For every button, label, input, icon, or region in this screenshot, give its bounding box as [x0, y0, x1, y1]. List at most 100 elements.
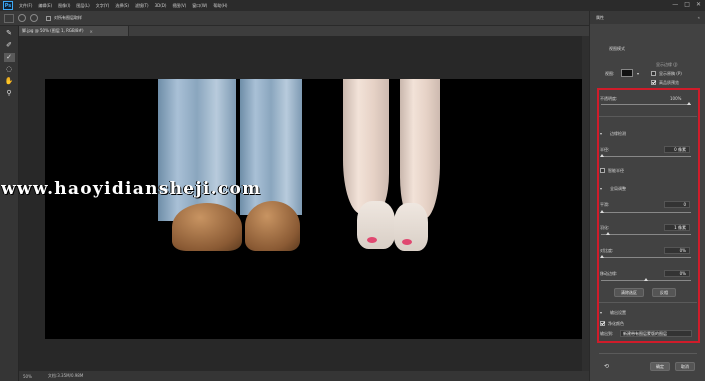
- tool-preset-icon[interactable]: [4, 13, 14, 23]
- reset-icon[interactable]: ⟲: [604, 363, 609, 370]
- output-to-label: 输出到:: [600, 331, 614, 336]
- pink-toe-right: [402, 239, 412, 245]
- document-canvas[interactable]: [45, 79, 582, 339]
- close-window-button[interactable]: ✕: [696, 1, 701, 8]
- chevron-down-icon[interactable]: ▾: [600, 186, 602, 191]
- document-tab[interactable]: 脚.jpg @ 50% (图层 1, RGB/8#) ×: [19, 26, 129, 36]
- feather-label: 羽化:: [600, 225, 610, 230]
- opacity-slider[interactable]: [601, 104, 691, 105]
- view-label: 视图:: [605, 71, 615, 76]
- menu-help[interactable]: 帮助(H): [213, 3, 227, 9]
- shift-edge-value[interactable]: 0%: [664, 270, 690, 277]
- vertical-scrollbar[interactable]: [582, 36, 589, 371]
- menu-file[interactable]: 文件(F): [19, 3, 32, 9]
- contrast-label: 对比度:: [600, 248, 614, 253]
- lasso-icon[interactable]: ◌: [4, 65, 15, 74]
- window-controls: — □ ✕: [672, 1, 701, 8]
- brush-erase-icon[interactable]: ✓: [3, 53, 15, 62]
- radius-value[interactable]: 0 像素: [664, 146, 690, 153]
- document-info[interactable]: 文档:3.35M/0.98M: [48, 373, 83, 379]
- smooth-value[interactable]: 0: [664, 201, 690, 208]
- highlight-box: [597, 88, 700, 343]
- menu-window[interactable]: 窗口(W): [192, 3, 207, 9]
- shift-edge-slider-handle[interactable]: [644, 278, 648, 281]
- photoshop-logo: Ps: [3, 1, 13, 10]
- collapse-panel-icon[interactable]: «: [698, 15, 700, 20]
- chevron-down-icon[interactable]: ▾: [600, 131, 602, 136]
- ok-button[interactable]: 确定: [650, 362, 670, 371]
- tools-panel: ✎ ✐ ✓ ◌ ✋ ⚲: [0, 26, 19, 381]
- brush-icon[interactable]: ✐: [4, 41, 15, 50]
- hand-icon[interactable]: ✋: [4, 77, 15, 86]
- menu-bar: Ps 文件(F) 编辑(E) 图像(I) 图层(L) 文字(Y) 选择(S) 滤…: [0, 0, 705, 11]
- smart-radius-checkbox[interactable]: [600, 168, 605, 173]
- smart-radius-label: 智能半径: [608, 168, 624, 173]
- output-to-select[interactable]: 新建带有图层蒙版的图层: [620, 330, 692, 337]
- cancel-button[interactable]: 取消: [675, 362, 695, 371]
- radius-slider-handle[interactable]: [600, 154, 604, 157]
- menu-edit[interactable]: 编辑(E): [38, 3, 52, 9]
- menu-image[interactable]: 图像(I): [58, 3, 70, 9]
- view-mode-thumbnail[interactable]: [621, 69, 633, 77]
- minimize-button[interactable]: —: [672, 1, 678, 8]
- menu-filter[interactable]: 滤镜(T): [135, 3, 149, 9]
- edge-detect-heading: 边缘检测: [610, 131, 626, 136]
- menu-3d[interactable]: 3D(D): [155, 3, 167, 8]
- show-edges-label: 显示边缘 (J): [656, 62, 678, 67]
- show-original-checkbox[interactable]: [651, 71, 656, 76]
- watermark-text: www.haoyidiansheji.com: [1, 179, 262, 199]
- brown-shoe-right: [245, 201, 300, 251]
- zoom-icon[interactable]: ⚲: [4, 89, 15, 98]
- divider: [599, 116, 697, 117]
- show-original-label: 显示原稿 (P): [659, 71, 682, 76]
- brush-size-icon[interactable]: [18, 14, 26, 22]
- document-tab-label: 脚.jpg @ 50% (图层 1, RGB/8#): [22, 28, 84, 33]
- contrast-slider-handle[interactable]: [600, 255, 604, 258]
- smooth-label: 平滑:: [600, 202, 610, 207]
- high-quality-label: 高品质预览: [659, 80, 679, 85]
- status-bar: 50% 文档:3.35M/0.98M: [19, 371, 589, 381]
- divider: [599, 353, 697, 354]
- opacity-slider-handle[interactable]: [687, 102, 691, 105]
- leg-left: [343, 79, 389, 214]
- panel-title: 属性: [596, 14, 604, 20]
- feather-value[interactable]: 1 像素: [664, 224, 690, 231]
- pink-toe-left: [367, 237, 377, 243]
- decontaminate-checkbox[interactable]: [600, 321, 605, 326]
- radius-slider[interactable]: [601, 156, 691, 157]
- divider: [599, 302, 697, 303]
- panel-header: 属性 «: [590, 11, 705, 24]
- menu-type[interactable]: 文字(Y): [96, 3, 110, 9]
- sample-all-layers-checkbox[interactable]: [46, 15, 51, 21]
- view-mode-heading: 视图模式: [609, 46, 625, 51]
- opacity-label: 不透明度:: [600, 96, 618, 101]
- menu-view[interactable]: 视图(V): [172, 3, 186, 9]
- menu-select[interactable]: 选择(S): [115, 3, 129, 9]
- sample-all-layers-label: 对所有图层取样: [54, 15, 82, 20]
- contrast-slider[interactable]: [601, 257, 691, 258]
- jeans-leg-left: [158, 79, 236, 221]
- clear-selection-button[interactable]: 清除选区: [614, 288, 644, 297]
- contrast-value[interactable]: 0%: [664, 247, 690, 254]
- menu-layer[interactable]: 图层(L): [76, 3, 89, 9]
- refine-radius-icon[interactable]: ✎: [4, 29, 15, 38]
- opacity-value[interactable]: 100%: [670, 96, 681, 101]
- high-quality-checkbox[interactable]: [651, 80, 656, 85]
- smooth-slider[interactable]: [601, 212, 691, 213]
- brown-shoe-left: [172, 203, 242, 251]
- shift-edge-label: 移动边缘:: [600, 271, 618, 276]
- smooth-slider-handle[interactable]: [600, 210, 604, 213]
- invert-button[interactable]: 反相: [652, 288, 676, 297]
- close-tab-icon[interactable]: ×: [90, 29, 93, 34]
- zoom-level[interactable]: 50%: [23, 374, 32, 379]
- maximize-button[interactable]: □: [684, 1, 690, 8]
- chevron-down-icon[interactable]: ▾: [600, 310, 602, 315]
- global-refine-heading: 全局调整: [610, 186, 626, 191]
- output-heading: 输出设置: [610, 310, 626, 315]
- feather-slider[interactable]: [601, 234, 691, 235]
- leg-right: [400, 79, 440, 219]
- radius-label: 半径:: [600, 147, 610, 152]
- brush-mode-icon[interactable]: [30, 14, 38, 22]
- feather-slider-handle[interactable]: [606, 232, 610, 235]
- view-dropdown-icon[interactable]: ▾: [637, 71, 639, 76]
